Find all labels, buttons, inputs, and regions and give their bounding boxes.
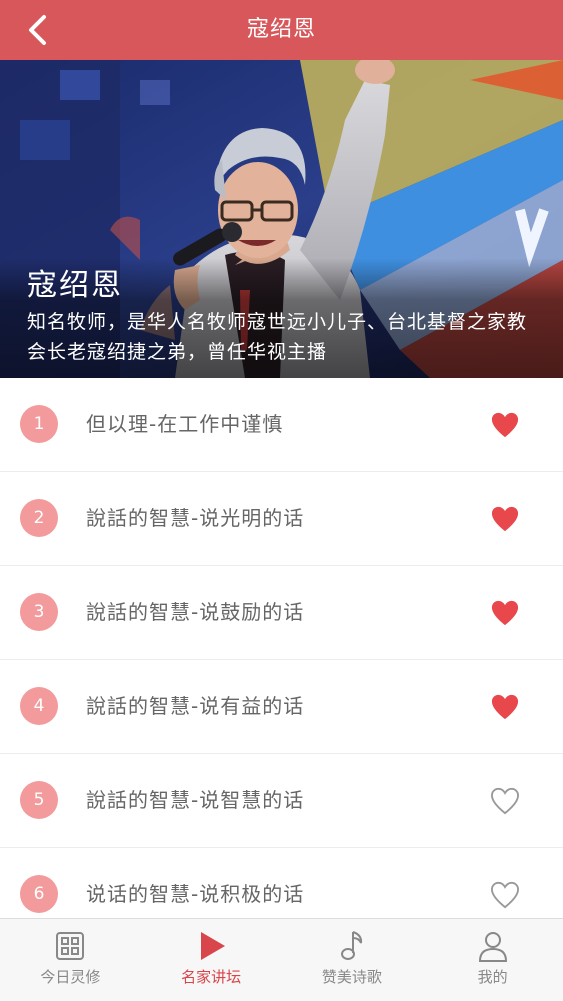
tab-mine[interactable]: 我的	[422, 919, 563, 1001]
heart-filled-icon[interactable]	[490, 693, 520, 721]
bottom-tab-bar: 今日灵修 名家讲坛 赞美诗歌 我的	[0, 918, 563, 1001]
tab-famous-preachers[interactable]: 名家讲坛	[141, 919, 282, 1001]
tab-label: 名家讲坛	[181, 968, 242, 986]
heart-outline-icon[interactable]	[490, 787, 520, 815]
music-note-icon	[340, 931, 362, 960]
sermon-list: 1 但以理-在工作中谨慎 2 說話的智慧-说光明的话 3 說話的智慧-说鼓励的话…	[0, 378, 563, 942]
heart-filled-icon[interactable]	[490, 505, 520, 533]
heart-outline-icon[interactable]	[490, 881, 520, 909]
sermon-title: 說話的智慧-说智慧的话	[86, 788, 305, 812]
item-number-badge: 6	[20, 875, 58, 913]
item-number-badge: 5	[20, 781, 58, 819]
tab-label: 我的	[477, 968, 508, 986]
tab-label: 赞美诗歌	[321, 968, 382, 986]
sermon-item-2[interactable]: 2 說話的智慧-说光明的话	[0, 472, 563, 566]
sermon-title: 說話的智慧-说有益的话	[86, 694, 305, 718]
tab-praise-hymns[interactable]: 赞美诗歌	[282, 919, 423, 1001]
heart-filled-icon[interactable]	[490, 411, 520, 439]
sermon-title: 說話的智慧-说鼓励的话	[86, 600, 305, 624]
user-icon	[478, 932, 507, 962]
speaker-name: 寇绍恩	[27, 268, 123, 303]
heart-filled-icon[interactable]	[490, 599, 520, 627]
tab-daily-devotion[interactable]: 今日灵修	[0, 919, 141, 1001]
sermon-item-1[interactable]: 1 但以理-在工作中谨慎	[0, 378, 563, 472]
item-number-badge: 3	[20, 593, 58, 631]
navigation-bar: 寇绍恩	[0, 0, 563, 60]
grid-icon	[56, 932, 85, 960]
sermon-title: 說話的智慧-说光明的话	[86, 506, 305, 530]
item-number-badge: 2	[20, 499, 58, 537]
sermon-item-3[interactable]: 3 說話的智慧-说鼓励的话	[0, 566, 563, 660]
speaker-banner: 寇绍恩 知名牧师，是华人名牧师寇世远小儿子、台北基督之家教会长老寇绍捷之弟，曾任…	[0, 60, 563, 378]
speaker-description: 知名牧师，是华人名牧师寇世远小儿子、台北基督之家教会长老寇绍捷之弟，曾任华视主播	[27, 311, 528, 363]
sermon-title: 但以理-在工作中谨慎	[86, 412, 284, 436]
page-title: 寇绍恩	[246, 17, 316, 42]
sermon-item-5[interactable]: 5 說話的智慧-说智慧的话	[0, 754, 563, 848]
item-number-badge: 1	[20, 405, 58, 443]
tab-label: 今日灵修	[40, 968, 101, 986]
item-number-badge: 4	[20, 687, 58, 725]
sermon-item-4[interactable]: 4 說話的智慧-说有益的话	[0, 660, 563, 754]
play-icon	[201, 932, 226, 960]
